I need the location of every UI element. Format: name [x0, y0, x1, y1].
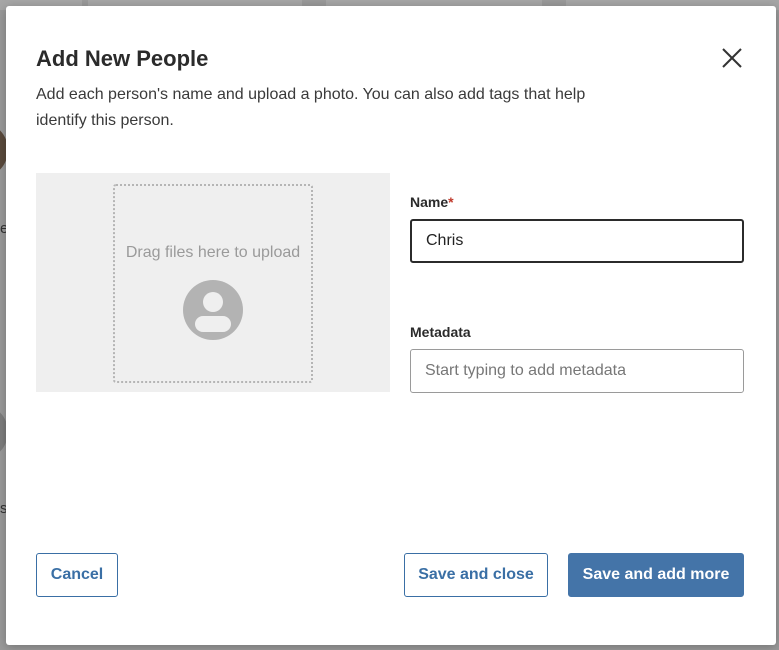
- upload-dropzone[interactable]: Drag files here to upload: [113, 184, 313, 383]
- close-icon: [722, 48, 742, 68]
- dialog-description: Add each person's name and upload a phot…: [36, 86, 586, 129]
- save-and-close-button[interactable]: Save and close: [404, 553, 548, 597]
- upload-prompt: Drag files here to upload: [125, 244, 301, 261]
- dialog-title: Add New People: [36, 46, 209, 71]
- close-button[interactable]: [718, 44, 746, 72]
- name-label: Name*: [410, 194, 454, 210]
- required-marker: *: [448, 194, 454, 210]
- metadata-input[interactable]: [410, 349, 744, 393]
- name-input[interactable]: [410, 219, 744, 263]
- add-people-dialog: Add New People Add each person's name an…: [6, 6, 776, 645]
- person-placeholder-icon: [183, 280, 243, 340]
- photo-upload-area: Drag files here to upload: [36, 173, 390, 392]
- cancel-button[interactable]: Cancel: [36, 553, 118, 597]
- name-label-text: Name: [410, 194, 449, 210]
- save-and-add-more-button[interactable]: Save and add more: [568, 553, 744, 597]
- metadata-label: Metadata: [410, 324, 471, 340]
